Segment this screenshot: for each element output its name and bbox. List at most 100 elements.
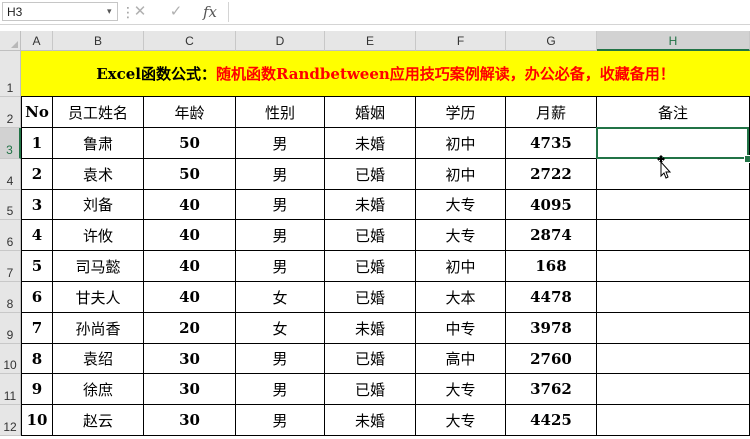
cell-E6[interactable]: 已婚 — [325, 220, 416, 251]
header-cell-D[interactable]: 性别 — [236, 97, 325, 128]
cell-H5[interactable] — [597, 190, 750, 220]
cell-B9[interactable]: 孙尚香 — [53, 313, 144, 344]
title-banner[interactable]: Excel函数公式： 随机函数Randbetween应用技巧案例解读，办公必备，收… — [21, 51, 750, 97]
cell-G7[interactable]: 168 — [506, 251, 597, 282]
header-cell-A[interactable]: No — [21, 97, 53, 128]
insert-function-icon[interactable]: fx — [198, 2, 222, 22]
cell-H6[interactable] — [597, 220, 750, 251]
cell-B5[interactable]: 刘备 — [53, 190, 144, 220]
cell-F5[interactable]: 大专 — [416, 190, 506, 220]
cell-C7[interactable]: 40 — [144, 251, 236, 282]
cell-B10[interactable]: 袁绍 — [53, 344, 144, 374]
cell-D4[interactable]: 男 — [236, 159, 325, 190]
cell-D6[interactable]: 男 — [236, 220, 325, 251]
column-header-A[interactable]: A — [21, 31, 53, 51]
row-header-10[interactable]: 10 — [0, 344, 21, 374]
cell-F8[interactable]: 大本 — [416, 282, 506, 313]
formula-input[interactable] — [230, 2, 748, 22]
header-cell-C[interactable]: 年龄 — [144, 97, 236, 128]
cell-D7[interactable]: 男 — [236, 251, 325, 282]
cell-G4[interactable]: 2722 — [506, 159, 597, 190]
cell-G3[interactable]: 4735 — [506, 128, 597, 159]
cell-C10[interactable]: 30 — [144, 344, 236, 374]
cell-F12[interactable]: 大专 — [416, 405, 506, 436]
cell-E11[interactable]: 已婚 — [325, 374, 416, 405]
cell-H8[interactable] — [597, 282, 750, 313]
cell-E3[interactable]: 未婚 — [325, 128, 416, 159]
enter-icon[interactable]: ✓ — [164, 2, 188, 22]
column-header-H[interactable]: H — [597, 31, 750, 51]
cell-C4[interactable]: 50 — [144, 159, 236, 190]
chevron-down-icon[interactable]: ▾ — [107, 5, 115, 17]
cell-F3[interactable]: 初中 — [416, 128, 506, 159]
cell-C3[interactable]: 50 — [144, 128, 236, 159]
fill-handle[interactable] — [744, 155, 750, 163]
column-header-B[interactable]: B — [53, 31, 144, 51]
column-header-E[interactable]: E — [325, 31, 416, 51]
cell-G9[interactable]: 3978 — [506, 313, 597, 344]
cell-C8[interactable]: 40 — [144, 282, 236, 313]
cell-D11[interactable]: 男 — [236, 374, 325, 405]
row-header-6[interactable]: 6 — [0, 220, 21, 251]
row-header-2[interactable]: 2 — [0, 97, 21, 128]
cell-E8[interactable]: 已婚 — [325, 282, 416, 313]
cell-F6[interactable]: 大专 — [416, 220, 506, 251]
row-header-11[interactable]: 11 — [0, 374, 21, 405]
cell-E5[interactable]: 未婚 — [325, 190, 416, 220]
cell-A6[interactable]: 4 — [21, 220, 53, 251]
cell-E9[interactable]: 未婚 — [325, 313, 416, 344]
cell-B11[interactable]: 徐庶 — [53, 374, 144, 405]
row-header-4[interactable]: 4 — [0, 159, 21, 190]
cell-F9[interactable]: 中专 — [416, 313, 506, 344]
cell-E12[interactable]: 未婚 — [325, 405, 416, 436]
cell-G8[interactable]: 4478 — [506, 282, 597, 313]
cancel-icon[interactable]: ✕ — [128, 2, 152, 22]
cell-B7[interactable]: 司马懿 — [53, 251, 144, 282]
name-box[interactable]: H3 — [2, 2, 118, 21]
cell-H10[interactable] — [597, 344, 750, 374]
cell-D12[interactable]: 男 — [236, 405, 325, 436]
row-header-3[interactable]: 3 — [0, 128, 21, 159]
row-header-7[interactable]: 7 — [0, 251, 21, 282]
cell-C5[interactable]: 40 — [144, 190, 236, 220]
cell-C6[interactable]: 40 — [144, 220, 236, 251]
cell-A3[interactable]: 1 — [21, 128, 53, 159]
cell-A11[interactable]: 9 — [21, 374, 53, 405]
column-header-C[interactable]: C — [144, 31, 236, 51]
cell-D5[interactable]: 男 — [236, 190, 325, 220]
cell-E7[interactable]: 已婚 — [325, 251, 416, 282]
row-header-12[interactable]: 12 — [0, 405, 21, 436]
cell-A8[interactable]: 6 — [21, 282, 53, 313]
cell-G10[interactable]: 2760 — [506, 344, 597, 374]
cell-H9[interactable] — [597, 313, 750, 344]
cell-C11[interactable]: 30 — [144, 374, 236, 405]
cell-H11[interactable] — [597, 374, 750, 405]
cell-H7[interactable] — [597, 251, 750, 282]
cell-B6[interactable]: 许攸 — [53, 220, 144, 251]
cell-E10[interactable]: 已婚 — [325, 344, 416, 374]
cell-G11[interactable]: 3762 — [506, 374, 597, 405]
cell-D9[interactable]: 女 — [236, 313, 325, 344]
cell-F7[interactable]: 初中 — [416, 251, 506, 282]
cell-H12[interactable] — [597, 405, 750, 436]
cell-A12[interactable]: 10 — [21, 405, 53, 436]
header-cell-E[interactable]: 婚姻 — [325, 97, 416, 128]
cell-F4[interactable]: 初中 — [416, 159, 506, 190]
cell-A9[interactable]: 7 — [21, 313, 53, 344]
cell-B12[interactable]: 赵云 — [53, 405, 144, 436]
cell-A4[interactable]: 2 — [21, 159, 53, 190]
column-header-D[interactable]: D — [236, 31, 325, 51]
row-header-9[interactable]: 9 — [0, 313, 21, 344]
row-header-1[interactable]: 1 — [0, 51, 21, 97]
cell-C9[interactable]: 20 — [144, 313, 236, 344]
cell-B3[interactable]: 鲁肃 — [53, 128, 144, 159]
header-cell-B[interactable]: 员工姓名 — [53, 97, 144, 128]
cell-G12[interactable]: 4425 — [506, 405, 597, 436]
cell-F10[interactable]: 高中 — [416, 344, 506, 374]
row-header-5[interactable]: 5 — [0, 190, 21, 220]
cell-B8[interactable]: 甘夫人 — [53, 282, 144, 313]
cell-A10[interactable]: 8 — [21, 344, 53, 374]
cell-D10[interactable]: 男 — [236, 344, 325, 374]
cell-C12[interactable]: 30 — [144, 405, 236, 436]
cell-D3[interactable]: 男 — [236, 128, 325, 159]
